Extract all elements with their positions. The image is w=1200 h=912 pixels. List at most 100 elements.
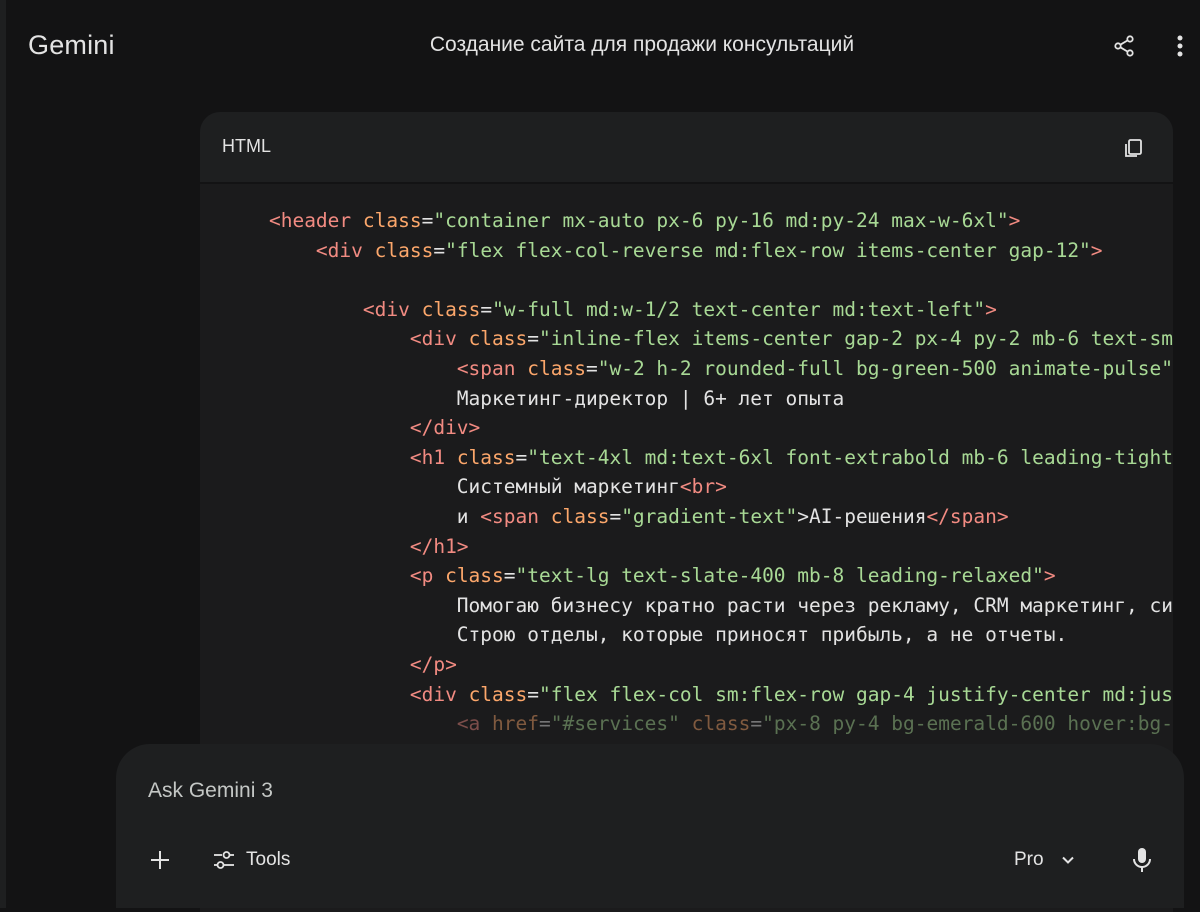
code-line: Системный маркетинг<br> — [222, 472, 1173, 502]
code-token: class — [550, 504, 610, 528]
code-token: = — [480, 297, 493, 321]
code-line: <header class="container mx-auto px-6 py… — [222, 206, 1173, 236]
code-line: <div class="flex flex-col-reverse md:fle… — [222, 236, 1173, 266]
code-block-header: HTML — [200, 112, 1173, 180]
code-token: <div — [362, 297, 410, 321]
top-bar: Gemini Создание сайта для продажи консул… — [0, 0, 1200, 92]
code-token: > — [1090, 238, 1103, 262]
code-token: > — [1043, 564, 1056, 588]
code-token: > — [1008, 209, 1021, 232]
code-token: > — [985, 297, 997, 321]
code-token: "w-full md:w-1/2 text-center md:text-lef… — [492, 297, 986, 321]
code-line: и <span class="gradient-text">AI-решения… — [222, 502, 1173, 532]
code-token: <div — [409, 327, 457, 351]
code-token: "inline-flex items-center gap-2 px-4 py-… — [539, 327, 1173, 351]
code-token: class — [527, 356, 586, 380]
prompt-composer: Tools Pro — [116, 744, 1184, 908]
code-token: <h1 — [409, 445, 446, 469]
code-token: = — [539, 712, 551, 736]
code-token: <span — [456, 356, 516, 380]
code-line: Строю отделы, которые приносят прибыль, … — [222, 620, 1173, 650]
code-token: "w-2 h-2 rounded-full bg-green-500 anima… — [597, 356, 1173, 380]
code-token: <a — [456, 712, 481, 736]
code-token: </p> — [409, 652, 457, 676]
code-token: "text-lg text-slate-400 mb-8 leading-rel… — [515, 564, 1044, 588]
code-token: <div — [409, 682, 457, 706]
code-line: <a href="#services" class="px-8 py-4 bg-… — [222, 709, 1173, 739]
code-token: Маркетинг-директор | 6+ лет опыта — [222, 386, 845, 410]
code-token: = — [527, 682, 540, 706]
conversation-title: Создание сайта для продажи консультаций — [429, 33, 855, 56]
code-line: Маркетинг-директор | 6+ лет опыта — [222, 384, 1173, 414]
prompt-input[interactable] — [148, 774, 1128, 808]
code-line: <div class="inline-flex items-center gap… — [222, 324, 1173, 354]
share-button[interactable] — [1108, 30, 1140, 62]
add-attachment-button[interactable] — [142, 842, 178, 878]
code-line: <p class="text-lg text-slate-400 mb-8 le… — [222, 561, 1173, 591]
code-token: "text-4xl md:text-6xl font-extrabold mb-… — [527, 445, 1173, 469]
code-token: "flex flex-col-reverse md:flex-row items… — [445, 238, 1091, 262]
code-token: </div> — [409, 416, 481, 440]
model-label: Pro — [1014, 849, 1044, 870]
code-token: </span> — [926, 504, 1009, 528]
model-selector[interactable]: Pro — [1014, 842, 1076, 878]
code-token: </h1> — [409, 534, 469, 558]
code-token: <header — [268, 209, 352, 232]
code-token: = — [750, 712, 763, 736]
microphone-icon — [1133, 848, 1151, 872]
code-token: class — [456, 445, 516, 469]
code-token: Строю отделы, которые приносят прибыль, … — [222, 623, 1068, 647]
code-token: "px-8 py-4 bg-emerald-600 hover:bg- — [762, 712, 1173, 736]
code-token: "gradient-text" — [621, 504, 798, 528]
code-token: = — [433, 238, 446, 262]
code-token: "container mx-auto px-6 py-16 md:py-24 m… — [433, 209, 1009, 232]
code-token: <span — [480, 504, 539, 528]
code-token: = — [527, 327, 540, 351]
code-token: = — [421, 209, 434, 232]
code-line: </p> — [222, 650, 1173, 680]
code-line: <div class="w-full md:w-1/2 text-center … — [222, 295, 1173, 325]
code-token: class — [691, 712, 751, 736]
voice-input-button[interactable] — [1124, 842, 1160, 878]
code-token: = — [585, 356, 598, 380]
code-token: "flex flex-col sm:flex-row gap-4 justify… — [539, 682, 1173, 706]
code-token: <p — [409, 564, 434, 588]
code-token: class — [445, 564, 504, 588]
share-icon — [1114, 35, 1134, 57]
code-token: Помогаю бизнесу кратно расти через рекла… — [222, 593, 1173, 617]
code-line: </div> — [222, 413, 1173, 443]
code-line: Помогаю бизнесу кратно расти через рекла… — [222, 591, 1173, 621]
more-options-button[interactable] — [1166, 30, 1194, 62]
app-logo[interactable]: Gemini — [28, 30, 115, 61]
code-token: Системный маркетинг — [222, 475, 680, 499]
code-token: и — [222, 504, 481, 528]
code-content: <header class="container mx-auto px-6 py… — [222, 206, 1173, 739]
code-line: <div class="flex flex-col sm:flex-row ga… — [222, 680, 1173, 710]
code-line: </h1> — [222, 532, 1173, 562]
code-token: = — [515, 445, 528, 469]
tools-button[interactable]: Tools — [212, 842, 290, 878]
code-token: <div — [315, 238, 363, 262]
code-token: class — [374, 238, 434, 262]
code-token: class — [468, 682, 528, 706]
code-token: "#services" — [550, 712, 680, 736]
copy-code-button[interactable] — [1118, 132, 1150, 164]
code-token: = — [609, 504, 622, 528]
